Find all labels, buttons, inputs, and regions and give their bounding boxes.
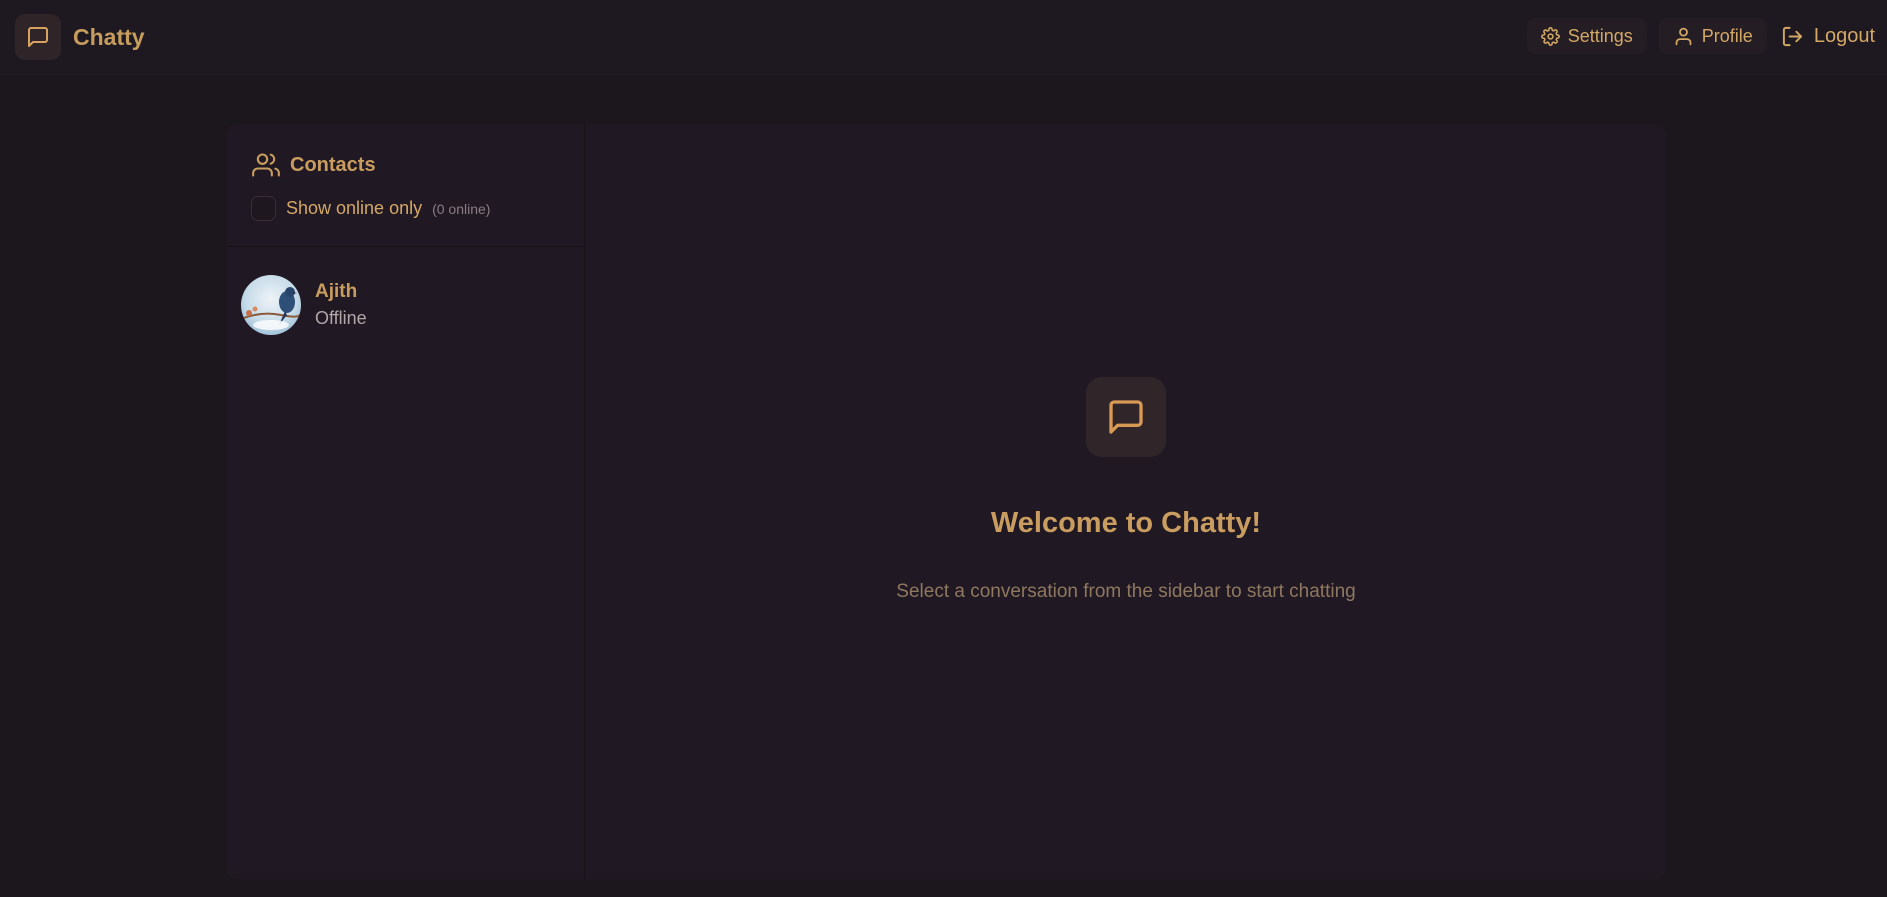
welcome-title: Welcome to Chatty! [990,507,1262,539]
gear-icon [1540,26,1560,46]
online-filter: Show online only (0 online) [251,196,490,221]
brand-link[interactable]: Chatty [15,14,145,60]
users-icon [252,153,280,177]
avatar [241,275,301,335]
settings-button[interactable]: Settings [1526,18,1647,54]
logout-button[interactable]: Logout [1779,18,1875,54]
nav-actions: Settings Profile Logout [1515,18,1875,54]
welcome-subtitle: Select a conversation from the sidebar t… [896,581,1356,602]
online-count: (0 online) [432,200,491,217]
settings-label: Settings [1567,25,1633,46]
contact-name: Ajith [315,281,358,302]
contacts-heading: Contacts [252,151,376,179]
contact-item[interactable]: Ajith Offline [226,270,584,340]
contact-status: Offline [315,308,367,328]
message-square-icon [28,27,48,47]
user-icon [1675,27,1692,45]
welcome-icon-tile [1086,377,1166,457]
show-online-checkbox[interactable] [251,196,276,221]
logout-label: Logout [1813,24,1875,47]
welcome-panel: Welcome to Chatty! Select a conversation… [586,125,1666,879]
app-name: Chatty [73,23,145,50]
sidebar-header: Contacts Show online only (0 online) [226,125,584,247]
show-online-label[interactable]: Show online only [286,198,422,219]
top-navbar: Chatty Settings Profile Logout [0,0,1887,75]
contacts-sidebar: Contacts Show online only (0 online) Aji… [226,125,585,879]
logout-icon [1782,26,1802,46]
brand-logo [15,14,61,60]
contacts-title: Contacts [290,153,376,176]
profile-label: Profile [1701,25,1753,46]
profile-button[interactable]: Profile [1658,18,1767,54]
message-square-icon [1109,400,1143,434]
chat-container: Contacts Show online only (0 online) Aji… [226,125,1666,879]
